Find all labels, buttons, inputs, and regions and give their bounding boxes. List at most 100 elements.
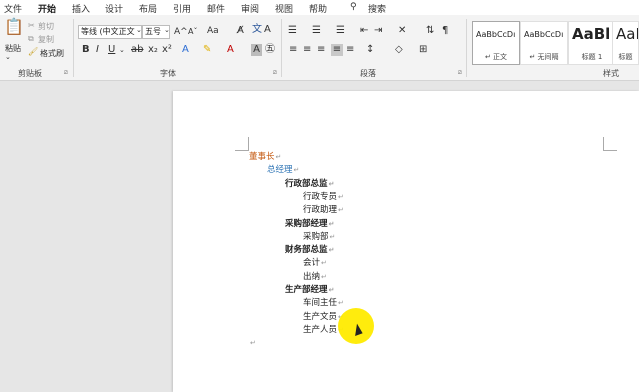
cut-button[interactable]: 剪切 — [38, 21, 54, 32]
shading-icon[interactable]: ◇ — [395, 44, 403, 56]
bullets-icon[interactable]: ☰ — [288, 25, 297, 37]
change-case-icon[interactable]: Aa — [207, 25, 219, 37]
document-line[interactable]: 采购部↵ — [303, 232, 335, 243]
clipboard-launcher-icon[interactable]: ⧄ — [64, 69, 68, 77]
paste-icon[interactable]: 📋 — [4, 19, 24, 39]
align-right-icon[interactable]: ≡ — [317, 44, 325, 56]
borders-icon[interactable]: ⊞ — [419, 44, 427, 56]
paragraph-mark: ↵ — [328, 219, 335, 228]
separator — [281, 19, 282, 77]
style-sample: AaBbCcDı — [524, 30, 564, 39]
highlight-icon[interactable]: ✎ — [203, 44, 211, 56]
document-line[interactable]: 行政部总监↵ — [285, 179, 334, 190]
tab-layout[interactable]: 布局 — [139, 2, 157, 15]
subscript-icon[interactable]: x₂ — [148, 44, 158, 56]
style-name: ↵ 正文 — [484, 53, 508, 61]
document-line[interactable]: ↵ — [249, 338, 256, 349]
style-name: 标题 — [618, 53, 633, 61]
multilevel-list-icon[interactable]: ☰ — [336, 25, 345, 37]
document-line[interactable]: 行政助理↵ — [303, 205, 344, 216]
underline-icon[interactable]: U — [108, 44, 115, 56]
style-name: 标题 1 — [581, 53, 603, 61]
align-left-icon[interactable]: ≡ — [289, 44, 297, 56]
increase-indent-icon[interactable]: ⇥ — [374, 25, 382, 37]
styles-group-label: 样式 — [603, 69, 619, 78]
style-sample: AaBl — [572, 25, 611, 43]
style-title[interactable]: AaB 标题 — [612, 21, 639, 65]
tab-help[interactable]: 帮助 — [309, 2, 327, 15]
bold-icon[interactable]: B — [82, 44, 90, 56]
search-icon[interactable]: ⚲ — [350, 2, 357, 12]
line-text: 车间主任 — [303, 298, 338, 309]
format-painter-icon[interactable]: 🖌 — [28, 47, 38, 56]
format-painter-button[interactable]: 格式刷 — [40, 48, 64, 59]
line-text: 董事长 — [249, 152, 275, 162]
tab-design[interactable]: 设计 — [105, 2, 123, 15]
paragraph-launcher-icon[interactable]: ⧄ — [458, 69, 462, 77]
distributed-icon[interactable]: ≡ — [346, 44, 354, 56]
font-name-combo[interactable]: 等线 (中文正文 — [78, 25, 142, 39]
document-page[interactable]: 董事长↵ 总经理↵ 行政部总监↵ 行政专员↵ 行政助理↵ 采购部经理↵ 采购部↵ 财务部总监↵… — [173, 91, 639, 392]
shrink-font-icon[interactable]: Aˇ — [188, 26, 197, 38]
decrease-indent-icon[interactable]: ⇤ — [360, 25, 368, 37]
grow-font-icon[interactable]: A^ — [174, 26, 188, 38]
align-center-icon[interactable]: ≡ — [303, 44, 311, 56]
ribbon-tabs: 文件 开始 插入 设计 布局 引用 邮件 审阅 视图 帮助 ⚲ 搜索 — [0, 0, 639, 18]
style-name: ↵ 无间隔 — [529, 53, 559, 61]
clear-formatting-icon[interactable]: A̸ — [237, 25, 244, 37]
tab-view[interactable]: 视图 — [275, 2, 293, 15]
strikethrough-icon[interactable]: ab — [131, 44, 143, 56]
paragraph-mark: ↵ — [293, 166, 300, 175]
document-line[interactable]: 会计↵ — [303, 258, 327, 269]
underline-dropdown-icon[interactable]: ⌄ — [119, 44, 125, 56]
margin-corner-mark — [235, 137, 249, 151]
document-line[interactable]: 董事长↵ — [249, 152, 281, 163]
line-text: 行政专员 — [303, 191, 338, 202]
show-marks-icon[interactable]: ¶ — [442, 25, 448, 37]
line-text: 采购部经理 — [285, 218, 328, 229]
document-line[interactable]: 出纳↵ — [303, 272, 327, 283]
font-name-dropdown-icon[interactable]: ⌄ — [136, 26, 142, 34]
document-line[interactable]: 财务部总监↵ — [285, 245, 334, 256]
italic-icon[interactable]: I — [96, 44, 99, 56]
enclose-characters-icon[interactable]: ㊄ — [265, 44, 275, 56]
style-heading-1[interactable]: AaBl 标题 1 — [568, 21, 616, 65]
line-text: 采购部 — [303, 231, 329, 242]
character-shading-icon[interactable]: A — [251, 44, 262, 56]
paragraph-mark: ↵ — [338, 192, 344, 201]
font-size-dropdown-icon[interactable]: ⌄ — [164, 26, 170, 34]
separator — [73, 19, 74, 77]
document-line[interactable]: 行政专员↵ — [303, 192, 344, 203]
document-line[interactable]: 总经理↵ — [267, 165, 299, 176]
line-spacing-icon[interactable]: ↕ — [366, 44, 374, 56]
tab-review[interactable]: 审阅 — [241, 2, 259, 15]
phonetic-guide-icon[interactable]: 文 — [252, 24, 262, 36]
tab-references[interactable]: 引用 — [173, 2, 191, 15]
document-line[interactable]: 生产部经理↵ — [285, 285, 334, 296]
character-border-icon[interactable]: A — [264, 24, 271, 36]
paste-dropdown-icon[interactable]: ⌄ — [5, 53, 11, 61]
tab-mailings[interactable]: 邮件 — [207, 2, 225, 15]
style-normal[interactable]: AaBbCcDı ↵ 正文 — [472, 21, 520, 65]
font-launcher-icon[interactable]: ⧄ — [273, 69, 277, 77]
copy-icon[interactable]: ⧉ — [28, 34, 34, 44]
document-line[interactable]: 车间主任↵ — [303, 298, 344, 309]
justify-icon[interactable]: ≡ — [331, 44, 343, 56]
document-line[interactable]: 采购部经理↵ — [285, 219, 334, 230]
ribbon: 📋 粘贴 ⌄ ✂ 剪切 ⧉ 复制 🖌 格式刷 剪贴板 ⧄ 等线 (中文正文 ⌄ … — [0, 15, 639, 81]
search-label[interactable]: 搜索 — [368, 2, 386, 15]
sort-icon[interactable]: ⇅ — [426, 25, 434, 37]
tab-file[interactable]: 文件 — [4, 2, 22, 15]
tab-home[interactable]: 开始 — [38, 2, 57, 18]
copy-button[interactable]: 复制 — [38, 34, 54, 45]
paragraph-mark: ↵ — [338, 206, 344, 215]
chinese-layout-icon[interactable]: ✕ — [398, 25, 406, 37]
style-no-spacing[interactable]: AaBbCcDı ↵ 无间隔 — [520, 21, 568, 65]
numbering-icon[interactable]: ☰ — [312, 25, 321, 37]
text-effects-icon[interactable]: A — [182, 44, 189, 56]
superscript-icon[interactable]: x² — [162, 44, 172, 56]
font-color-icon[interactable]: A — [227, 44, 234, 56]
cut-icon[interactable]: ✂ — [28, 21, 35, 30]
paragraph-mark: ↵ — [338, 299, 344, 308]
tab-insert[interactable]: 插入 — [72, 2, 90, 15]
